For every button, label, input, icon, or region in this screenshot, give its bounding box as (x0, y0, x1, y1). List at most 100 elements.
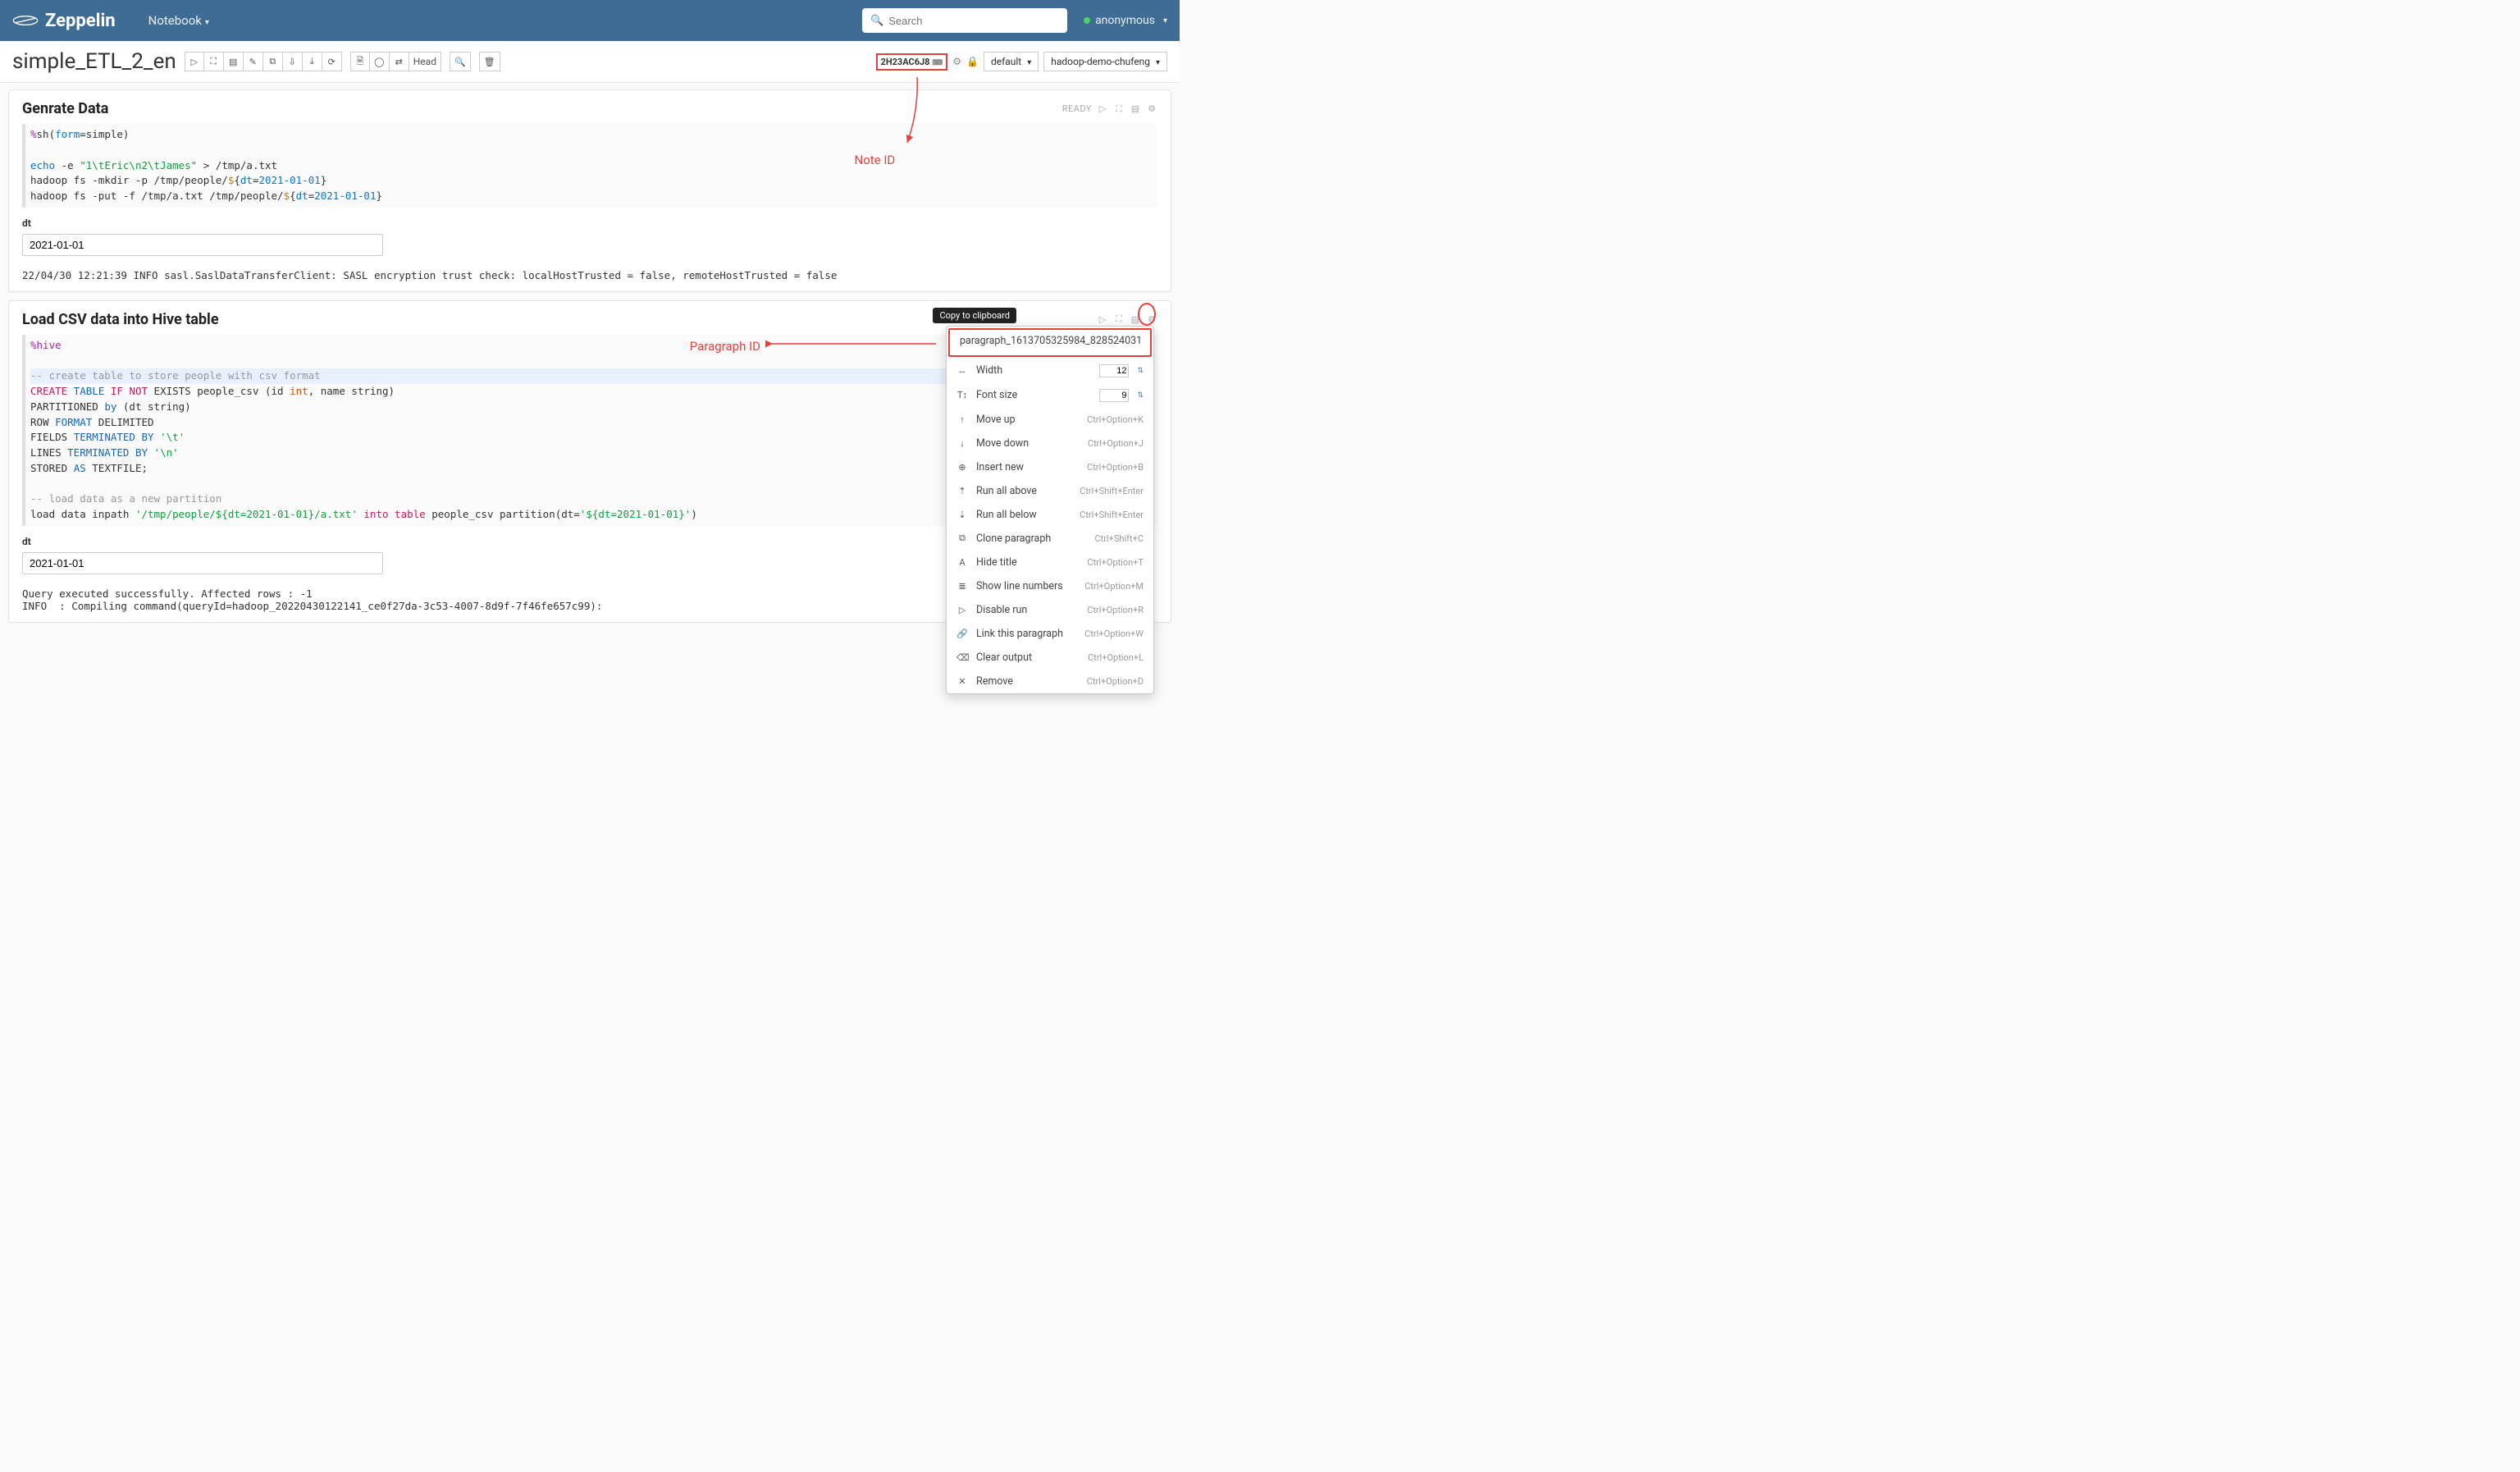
menu-shortcut: Ctrl+Option+D (1087, 676, 1144, 687)
menu-shortcut: Ctrl+Shift+Enter (1080, 510, 1144, 520)
paragraph-load-csv: Copy to clipboard Paragraph ID Load CSV … (8, 300, 1171, 623)
menu-item-disable-run[interactable]: ▷Disable runCtrl+Option+R (947, 598, 1153, 622)
menu-icon: A (956, 557, 968, 568)
menu-label: Clone paragraph (976, 533, 1087, 545)
menu-icon: ⊕ (956, 462, 968, 473)
search-box[interactable]: 🔍 (862, 8, 1067, 33)
stepper-icon[interactable]: ⇅ (1137, 391, 1144, 400)
paragraph-id-annotation: Paragraph ID (690, 339, 760, 354)
menu-label: Insert new (976, 461, 1079, 473)
reload-button[interactable]: ⟳ (322, 52, 342, 71)
menu-item-clear-output[interactable]: ⌫Clear outputCtrl+Option+L (947, 646, 1153, 670)
menu-input[interactable] (1099, 389, 1129, 402)
menu-shortcut: Ctrl+Option+W (1084, 629, 1144, 639)
note-content: Genrate Data READY ▷ ⛶ ▤ ⚙ %sh(form=simp… (0, 83, 1180, 638)
stepper-icon[interactable]: ⇅ (1137, 367, 1144, 375)
clear-output-button[interactable]: ✎ (244, 52, 263, 71)
menu-shortcut: Ctrl+Option+K (1087, 414, 1144, 425)
brand-text: Zeppelin (45, 11, 116, 31)
menu-label: Move up (976, 414, 1079, 426)
menu-shortcut: Ctrl+Option+J (1088, 438, 1144, 449)
menu-label: Width (976, 364, 1091, 377)
dt-label: dt (22, 217, 1157, 229)
menu-icon: ⌫ (956, 652, 968, 663)
note-toolbar: simple_ETL_2_en ▷ ⛶ ▤ ✎ ⧉ ⇩ ⤓ ⟳ 🗎 ◯ ⇄ He… (0, 41, 1180, 83)
gear-highlight (1138, 303, 1156, 326)
export-button[interactable]: ⇩ (283, 52, 303, 71)
menu-item-hide-title[interactable]: A Hide title Ctrl+Option+T (947, 551, 1153, 574)
lock-icon[interactable]: 🔒 (966, 56, 979, 67)
menu-shortcut: Ctrl+Option+M (1084, 581, 1144, 592)
search-note-button[interactable]: 🔍 (450, 52, 471, 71)
head-button[interactable]: Head (409, 52, 441, 71)
menu-item-width[interactable]: ↔ Width ⇅ (947, 359, 1153, 383)
paragraph-title[interactable]: Load CSV data into Hive table (22, 311, 219, 328)
menu-item-show-line-numbers[interactable]: ≣Show line numbersCtrl+Option+M (947, 574, 1153, 598)
menu-item-move-down[interactable]: ↓Move downCtrl+Option+J (947, 432, 1153, 455)
paragraph-id-display[interactable]: paragraph_1613705325984_828524031 (950, 330, 1150, 355)
menu-icon: 🔗 (956, 629, 968, 639)
hide-output-button[interactable]: ▤ (1130, 103, 1141, 115)
note-id-display[interactable]: 2H23AC6J8 ⌨ (876, 53, 948, 71)
menu-shortcut: Ctrl+Shift+C (1095, 533, 1144, 544)
code-editor[interactable]: %sh(form=simple) echo -e "1\tEric\n2\tJa… (22, 124, 1157, 208)
hide-editor-button[interactable]: ⛶ (1113, 103, 1125, 115)
menu-item-remove[interactable]: ✕RemoveCtrl+Option+D (947, 670, 1153, 693)
gear-icon[interactable]: ⚙ (952, 56, 961, 67)
run-paragraph-button[interactable]: ▷ (1097, 313, 1108, 325)
notebook-dropdown[interactable]: Notebook▾ (148, 13, 209, 28)
menu-item-link-this-paragraph[interactable]: 🔗 Link this paragraph Ctrl+Option+W (947, 622, 1153, 646)
menu-item-clone-paragraph[interactable]: ⧉ Clone paragraph Ctrl+Shift+C (947, 527, 1153, 551)
menu-item-insert-new[interactable]: ⊕ Insert new Ctrl+Option+B (947, 455, 1153, 479)
dt-input[interactable] (22, 234, 383, 256)
show-hide-code-button[interactable]: ⛶ (204, 52, 224, 71)
menu-icon: ⧉ (956, 533, 968, 544)
paragraph-controls: READY ▷ ⛶ ▤ ⚙ (1062, 103, 1157, 115)
user-menu[interactable]: anonymous ▾ (1084, 14, 1167, 27)
commit-button[interactable]: 🗎 (350, 52, 370, 71)
status-dot-icon (1084, 17, 1090, 24)
version-controls: 🗎 ◯ ⇄ Head (350, 52, 441, 71)
note-id-annotation: Note ID (855, 153, 896, 167)
menu-label: Hide title (976, 556, 1079, 569)
menu-item-font-size[interactable]: T↕Font size⇅ (947, 383, 1153, 408)
run-all-button[interactable]: ▷ (185, 52, 204, 71)
download-button[interactable]: ⤓ (303, 52, 322, 71)
revision-button[interactable]: ◯ (370, 52, 390, 71)
menu-label: Link this paragraph (976, 628, 1076, 640)
settings-button[interactable]: ⚙ (1146, 103, 1157, 115)
compare-button[interactable]: ⇄ (390, 52, 409, 71)
menu-shortcut: Ctrl+Option+B (1087, 462, 1144, 473)
menu-label: Disable run (976, 604, 1079, 616)
cluster-select[interactable]: hadoop-demo-chufeng ▾ (1043, 52, 1167, 71)
search-input[interactable] (888, 15, 1059, 27)
paragraph-title[interactable]: Genrate Data (22, 100, 108, 117)
clone-note-button[interactable]: ⧉ (263, 52, 283, 71)
menu-icon: ⇡ (956, 486, 968, 496)
menu-item-run-all-above[interactable]: ⇡Run all aboveCtrl+Shift+Enter (947, 479, 1153, 503)
show-hide-output-button[interactable]: ▤ (224, 52, 244, 71)
hide-editor-button[interactable]: ⛶ (1113, 313, 1125, 325)
menu-icon: ⇣ (956, 510, 968, 520)
menu-item-move-up[interactable]: ↑Move upCtrl+Option+K (947, 408, 1153, 432)
zeppelin-icon (12, 11, 39, 30)
menu-icon: ✕ (956, 676, 968, 687)
brand-logo[interactable]: Zeppelin (12, 11, 116, 31)
run-paragraph-button[interactable]: ▷ (1097, 103, 1108, 115)
paragraph-output: 22/04/30 12:21:39 INFO sasl.SaslDataTran… (22, 269, 1157, 281)
trash-button[interactable]: 🗑 (479, 52, 500, 71)
default-layout-select[interactable]: default ▾ (984, 52, 1039, 71)
navbar: Zeppelin Notebook▾ 🔍 anonymous ▾ (0, 0, 1180, 41)
menu-icon: T↕ (956, 390, 968, 400)
caret-down-icon: ▾ (1156, 58, 1160, 67)
note-title[interactable]: simple_ETL_2_en (12, 49, 176, 74)
menu-shortcut: Ctrl+Option+T (1087, 557, 1144, 568)
menu-label: Move down (976, 437, 1080, 450)
menu-icon: ↔ (956, 365, 968, 376)
menu-item-run-all-below[interactable]: ⇣Run all belowCtrl+Shift+Enter (947, 503, 1153, 527)
caret-down-icon: ▾ (1027, 58, 1031, 67)
menu-input[interactable] (1099, 364, 1129, 377)
dt-input[interactable] (22, 552, 383, 574)
menu-icon: ▷ (956, 605, 968, 615)
copy-tooltip: Copy to clipboard (933, 308, 1016, 323)
